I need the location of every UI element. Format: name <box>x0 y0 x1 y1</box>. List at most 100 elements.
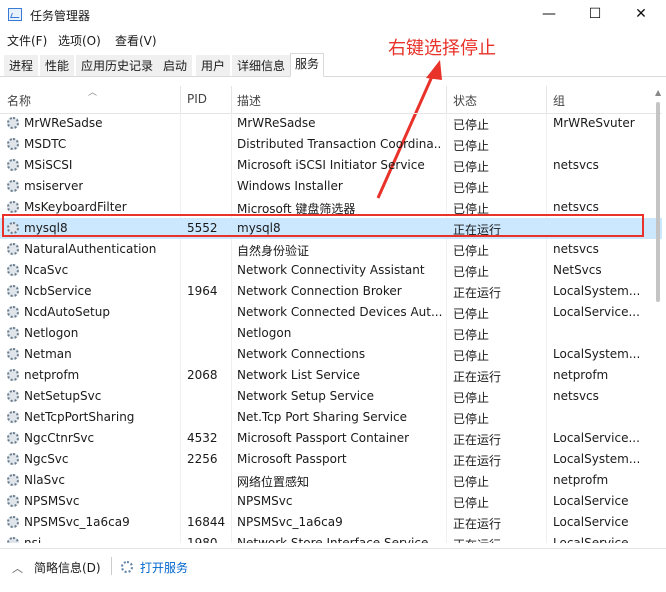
service-name: NaturalAuthentication <box>24 242 157 256</box>
chevron-up-icon[interactable]: ︿ <box>12 560 23 576</box>
service-description: Network Connections <box>237 347 366 361</box>
service-description: Microsoft Passport <box>237 452 347 466</box>
col-divider[interactable] <box>180 86 181 113</box>
service-gear-icon <box>7 390 19 402</box>
services-gear-icon[interactable] <box>121 561 133 573</box>
col-divider[interactable] <box>546 86 547 113</box>
tab-performance[interactable]: 性能 <box>40 55 75 76</box>
menu-file[interactable]: 文件(F) <box>7 32 47 49</box>
service-name: NlaSvc <box>24 473 65 487</box>
service-status: 已停止 <box>453 118 490 132</box>
column-header: ︿ 名称 PID 描述 状态 组 <box>0 86 662 114</box>
service-description: 自然身份验证 <box>237 244 310 258</box>
sort-ascending-icon: ︿ <box>88 88 98 98</box>
table-row[interactable]: msiserver Windows Installer 已停止 <box>0 176 662 197</box>
table-row[interactable]: NetTcpPortSharing Net.Tcp Port Sharing Se… <box>0 407 662 428</box>
service-name: NcaSvc <box>24 263 69 277</box>
less-details-link[interactable]: 简略信息(D) <box>34 559 101 576</box>
service-gear-icon <box>7 159 19 171</box>
table-row[interactable]: NcbService 1964 Network Connection Broker 正… <box>0 281 662 302</box>
scroll-up-icon[interactable]: ▲ <box>655 88 661 97</box>
table-row[interactable]: NPSMSvc NPSMSvc 已停止 LocalService <box>0 491 662 512</box>
col-name[interactable]: 名称 <box>7 92 31 109</box>
service-name: MSiSCSI <box>24 158 73 172</box>
service-group: netsvcs <box>553 200 599 214</box>
service-status: 已停止 <box>453 181 490 195</box>
service-status: 正在运行 <box>453 370 502 384</box>
table-row[interactable]: nsi 1980 Network Store Interface Service 正在… <box>0 533 662 543</box>
table-row[interactable]: NetSetupSvc Network Setup Service 已停止 netsv… <box>0 386 662 407</box>
service-status: 正在运行 <box>453 286 502 300</box>
service-status: 正在运行 <box>453 536 501 543</box>
tab-app-history[interactable]: 应用历史记录 <box>76 55 159 76</box>
open-services-link[interactable]: 打开服务 <box>140 559 188 576</box>
service-group: netprofm <box>553 473 609 487</box>
service-status: 已停止 <box>453 328 490 342</box>
tab-users[interactable]: 用户 <box>196 55 231 76</box>
table-row[interactable]: MSiSCSI Microsoft iSCSI Initiator Service… <box>0 155 662 176</box>
service-gear-icon <box>7 117 19 129</box>
service-group: netsvcs <box>553 389 599 403</box>
table-row[interactable]: Netlogon Netlogon 已停止 <box>0 323 662 344</box>
tab-services[interactable]: 服务 <box>290 53 325 77</box>
menu-options[interactable]: 选项(O) <box>58 32 101 49</box>
service-name: Netman <box>24 347 72 361</box>
service-group: LocalSystem... <box>553 452 641 466</box>
service-status: 已停止 <box>453 412 490 426</box>
service-name: NgcSvc <box>24 452 69 466</box>
tab-startup[interactable]: 启动 <box>158 55 193 76</box>
tab-processes[interactable]: 进程 <box>4 55 39 76</box>
service-name: MrWReSadse <box>24 116 103 130</box>
service-description: Network Store Interface Service <box>237 536 429 543</box>
window-title: 任务管理器 <box>30 9 91 23</box>
service-gear-icon <box>7 327 19 339</box>
service-name: netprofm <box>24 368 80 382</box>
table-row[interactable]: netprofm 2068 Network List Service 正在运行 netp… <box>0 365 662 386</box>
table-row[interactable]: NcdAutoSetup Network Connected Devices Au… <box>0 302 662 323</box>
service-status: 已停止 <box>453 307 490 321</box>
tab-bar: 进程 性能 应用历史记录 启动 用户 详细信息 服务 <box>0 52 666 77</box>
service-description: Network List Service <box>237 368 361 382</box>
table-row[interactable]: NPSMSvc_1a6ca9 16844 NPSMSvc_1a6ca9 正在运行 Loc… <box>0 512 662 533</box>
service-pid: 1980 <box>187 536 218 543</box>
vertical-scrollbar[interactable]: ▲ <box>654 86 662 542</box>
service-status: 正在运行 <box>453 517 502 531</box>
table-row[interactable]: NgcSvc 2256 Microsoft Passport 正在运行 LocalSys… <box>0 449 662 470</box>
col-divider[interactable] <box>231 86 232 113</box>
table-row[interactable]: NgcCtnrSvc 4532 Microsoft Passport Contain… <box>0 428 662 449</box>
service-group: LocalService <box>553 515 629 529</box>
close-button[interactable]: ✕ <box>618 0 664 30</box>
service-status: 正在运行 <box>453 433 502 447</box>
service-description: Microsoft Passport Container <box>237 431 410 445</box>
service-gear-icon <box>7 453 19 465</box>
col-pid[interactable]: PID <box>187 92 207 106</box>
tab-details[interactable]: 详细信息 <box>232 55 291 76</box>
annotation-text: 右键选择停止 <box>388 38 496 59</box>
service-pid: 16844 <box>187 515 226 529</box>
service-gear-icon <box>7 306 19 318</box>
service-group: netprofm <box>553 368 609 382</box>
table-row[interactable]: NlaSvc 网络位置感知 已停止 netprofm <box>0 470 662 491</box>
table-row[interactable]: MrWReSadse MrWReSadse 已停止 MrWReSvuter <box>0 113 662 134</box>
table-row[interactable]: NaturalAuthentication 自然身份验证 已停止 netsvcs <box>0 239 662 260</box>
footer: ︿ 简略信息(D) 打开服务 <box>0 548 666 592</box>
service-group: LocalService <box>553 536 629 543</box>
service-group: LocalService <box>553 494 629 508</box>
service-name: NcdAutoSetup <box>24 305 110 319</box>
service-status: 已停止 <box>453 139 490 153</box>
service-gear-icon <box>7 264 19 276</box>
table-row[interactable]: NcaSvc Network Connectivity Assistant 已停止 N… <box>0 260 662 281</box>
scrollbar-thumb[interactable] <box>656 102 660 302</box>
col-status[interactable]: 状态 <box>453 92 477 109</box>
col-group[interactable]: 组 <box>553 92 565 109</box>
menu-view[interactable]: 查看(V) <box>115 32 157 49</box>
table-row[interactable]: MSDTC Distributed Transaction Coordina...… <box>0 134 662 155</box>
col-divider[interactable] <box>446 86 447 113</box>
annotation-highlight-box <box>2 214 644 237</box>
maximize-button[interactable]: ☐ <box>572 0 618 30</box>
title-bar: 任务管理器 — ☐ ✕ <box>0 0 666 30</box>
service-gear-icon <box>7 369 19 381</box>
minimize-button[interactable]: — <box>526 0 572 30</box>
table-row[interactable]: Netman Network Connections 已停止 LocalSystem.… <box>0 344 662 365</box>
col-description[interactable]: 描述 <box>237 92 261 109</box>
